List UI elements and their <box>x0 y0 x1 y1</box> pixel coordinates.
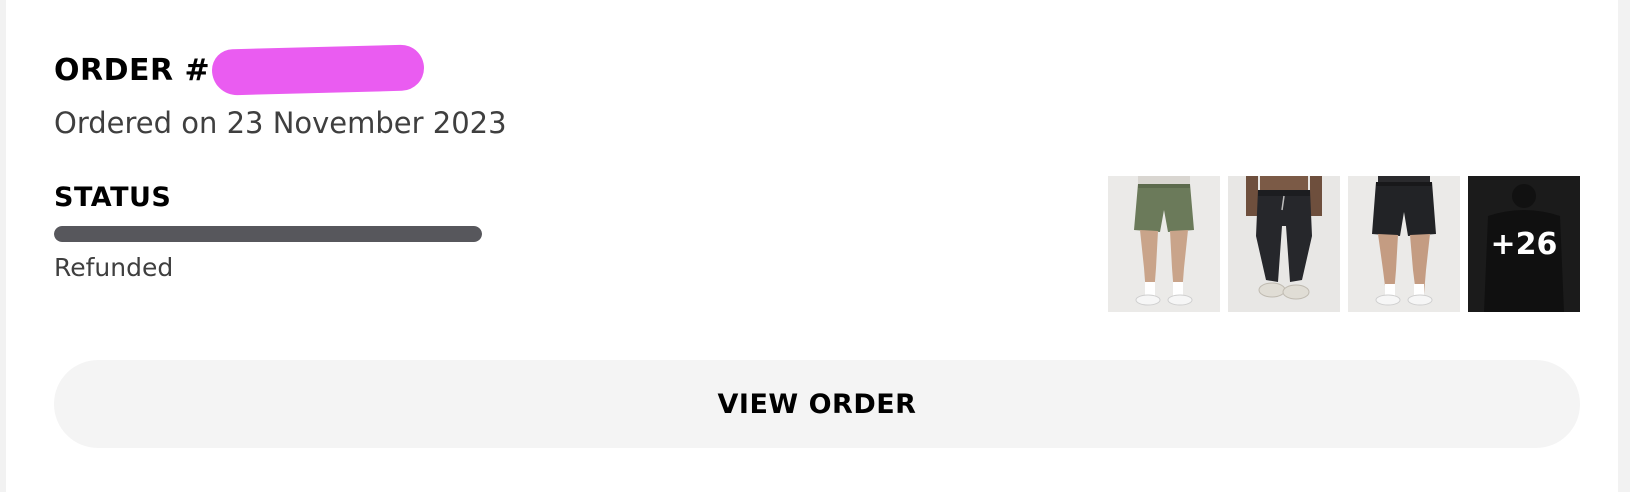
status-value: Refunded <box>54 253 174 282</box>
order-item-thumbnails: +26 <box>1108 176 1580 312</box>
green-shorts-image[interactable] <box>1108 176 1220 312</box>
more-items-count: +26 <box>1490 226 1558 262</box>
black-joggers-image[interactable] <box>1228 176 1340 312</box>
order-number-redaction <box>212 44 425 96</box>
order-card: ORDER # Ordered on 23 November 2023 STAT… <box>6 0 1618 492</box>
view-order-button[interactable]: VIEW ORDER <box>54 360 1580 448</box>
status-progress-fill <box>54 226 482 242</box>
status-label: STATUS <box>54 182 172 213</box>
order-title: ORDER # <box>54 44 425 96</box>
status-progress-bar <box>54 226 482 242</box>
order-title-prefix: ORDER # <box>54 52 211 88</box>
order-date: Ordered on 23 November 2023 <box>54 106 507 140</box>
page: ORDER # Ordered on 23 November 2023 STAT… <box>0 0 1630 492</box>
black-shorts-image[interactable] <box>1348 176 1460 312</box>
more-items-tile[interactable]: +26 <box>1468 176 1580 312</box>
